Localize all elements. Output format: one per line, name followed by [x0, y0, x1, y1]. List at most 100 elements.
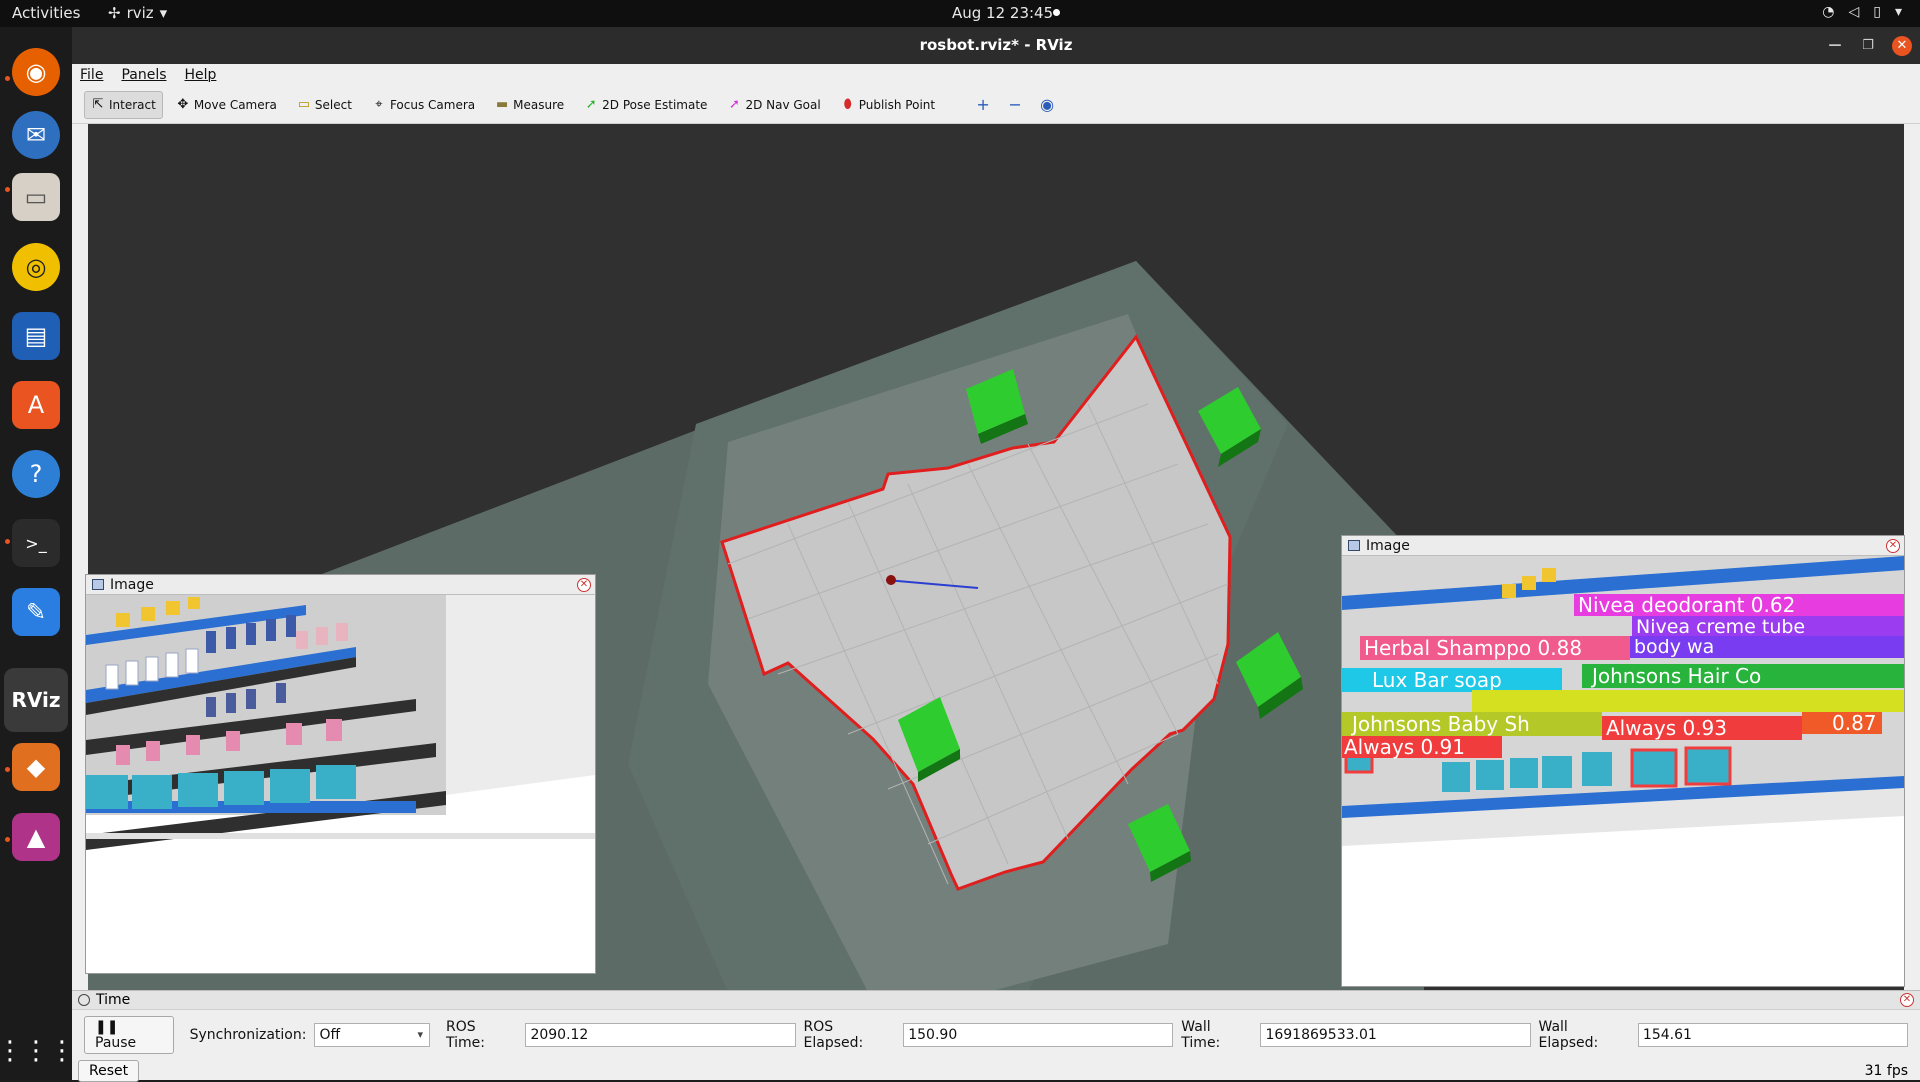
menu-panels[interactable]: Panels	[121, 64, 166, 86]
rviz-app-icon: ✢	[108, 4, 121, 22]
activities-button[interactable]: Activities	[12, 4, 80, 22]
system-tray[interactable]: ◔ ◁ ▯ ▾	[1822, 4, 1902, 20]
panel-header[interactable]: Image	[1342, 536, 1904, 556]
pause-button[interactable]: ❚❚ Pause	[84, 1016, 174, 1054]
tool-label: Publish Point	[858, 97, 936, 112]
tool-label: Select	[314, 97, 352, 112]
tool-2d-nav-goal[interactable]: ➚ 2D Nav Goal	[720, 91, 827, 119]
tool-focus-camera[interactable]: ⌖ Focus Camera	[365, 91, 482, 119]
minimize-button[interactable]: —	[1825, 36, 1845, 56]
tool-label: Interact	[109, 97, 156, 112]
pause-label: Pause	[95, 1035, 137, 1051]
files-icon[interactable]: ▭	[12, 173, 60, 221]
time-controls: ❚❚ Pause Synchronization: Off ROS Time: …	[72, 1010, 1920, 1054]
software-center-icon[interactable]: A	[12, 381, 60, 429]
image-panel-right[interactable]: Image ✕ Nivea deodorant 0.62 Nivea creme…	[1341, 535, 1905, 987]
rviz-icon[interactable]: RViz	[4, 668, 68, 732]
detection-label: Lux Bar soap	[1372, 668, 1502, 692]
select-icon: ▭	[297, 97, 311, 112]
running-indicator	[5, 187, 10, 192]
view-options-button[interactable]: ◉	[1034, 92, 1060, 118]
image-panel-left[interactable]: Image ✕	[85, 574, 596, 974]
tool-label: 2D Nav Goal	[745, 97, 821, 112]
measure-icon: ▬	[495, 97, 509, 112]
text-editor-icon[interactable]: ✎	[12, 588, 60, 636]
menu-file[interactable]: File	[80, 64, 103, 86]
clock[interactable]: Aug 12 23:45	[952, 4, 1053, 22]
tool-interact[interactable]: ⇱ Interact	[84, 90, 163, 119]
wall-time-label: Wall Time:	[1181, 1019, 1221, 1051]
image-viewer-icon[interactable]: ▲	[12, 813, 60, 861]
rhythmbox-icon[interactable]: ◎	[12, 243, 60, 291]
close-button[interactable]: ✕	[1892, 36, 1912, 56]
nav-goal-icon: ➚	[728, 97, 740, 112]
sync-label: Synchronization:	[189, 1027, 307, 1043]
detection-label: Nivea deodorant 0.62	[1578, 593, 1795, 617]
ros-elapsed-label: ROS Elapsed:	[803, 1019, 864, 1051]
close-panel-button[interactable]: ✕	[577, 578, 591, 592]
thunderbird-icon[interactable]: ✉	[12, 111, 60, 159]
tool-label: Focus Camera	[389, 97, 476, 112]
ros-elapsed-field[interactable]: 150.90	[903, 1023, 1174, 1047]
tool-label: 2D Pose Estimate	[602, 97, 708, 112]
menu-help[interactable]: Help	[185, 64, 217, 86]
pose-estimate-icon: ➚	[585, 97, 597, 112]
maximize-button[interactable]: ❐	[1858, 36, 1878, 56]
eye-icon: ◉	[1040, 95, 1055, 114]
tool-measure[interactable]: ▬ Measure	[488, 91, 571, 119]
panel-title: Image	[110, 576, 154, 593]
libreoffice-writer-icon[interactable]: ▤	[12, 312, 60, 360]
publish-point-icon: ⬮	[843, 97, 852, 112]
pause-icon: ❚❚	[95, 1019, 119, 1035]
add-tool-button[interactable]: +	[970, 92, 996, 118]
tool-label: Move Camera	[193, 97, 277, 112]
window-title: rosbot.rviz* - RViz	[919, 36, 1073, 54]
detection-label: Herbal Shamppo 0.88	[1364, 636, 1582, 660]
minus-icon: −	[1008, 95, 1022, 114]
detection-label: body wa	[1634, 636, 1714, 658]
close-panel-button[interactable]: ✕	[1900, 993, 1914, 1007]
help-icon[interactable]: ?	[12, 450, 60, 498]
fps-readout: 31 fps	[1864, 1063, 1908, 1079]
reset-button[interactable]: Reset	[78, 1060, 140, 1082]
image-panel-icon	[92, 579, 104, 590]
detection-label: Nivea creme tube	[1636, 616, 1805, 638]
wall-time-field[interactable]: 1691869533.01	[1260, 1023, 1531, 1047]
panel-title: Image	[1366, 537, 1410, 554]
status-row: Reset 31 fps	[72, 1054, 1920, 1082]
tool-move-camera[interactable]: ✥ Move Camera	[169, 91, 284, 119]
firefox-icon[interactable]: ◉	[12, 48, 60, 96]
detection-label: 0.87	[1832, 711, 1877, 735]
close-panel-button[interactable]: ✕	[1886, 539, 1900, 553]
window-titlebar[interactable]: rosbot.rviz* - RViz — ❐ ✕	[72, 27, 1920, 64]
sync-select[interactable]: Off	[314, 1023, 430, 1047]
image-panel-icon	[1348, 540, 1360, 551]
detection-image-right: Nivea deodorant 0.62 Nivea creme tube He…	[1342, 556, 1904, 986]
wall-elapsed-field[interactable]: 154.61	[1637, 1023, 1908, 1047]
gazebo-icon[interactable]: ◆	[12, 743, 60, 791]
terminal-icon[interactable]: >_	[12, 519, 60, 567]
remove-tool-button[interactable]: −	[1002, 92, 1028, 118]
battery-icon: ▯	[1873, 4, 1881, 20]
app-menu[interactable]: ✢ rviz ▾	[108, 4, 167, 22]
chevron-down-icon: ▾	[1894, 4, 1902, 20]
show-apps-icon[interactable]: ⋮⋮⋮	[0, 1027, 75, 1075]
panel-header[interactable]: Image	[86, 575, 595, 595]
plus-icon: +	[976, 95, 990, 114]
time-panel-title: Time	[96, 992, 131, 1008]
focus-camera-icon: ⌖	[375, 97, 383, 112]
tool-bar: ⇱ Interact ✥ Move Camera ▭ Select ⌖ Focu…	[72, 86, 1920, 124]
dock: ◉ ✉ ▭ ◎ ▤ A ? >_ ✎ RViz ◆ ▲ ⋮⋮⋮	[0, 27, 75, 1080]
detection-label: Johnsons Hair Co	[1590, 664, 1761, 688]
cursor-icon: ⇱	[92, 97, 104, 112]
running-indicator	[5, 767, 10, 772]
clock-icon	[78, 994, 90, 1006]
menu-bar: File Panels Help	[72, 64, 1920, 86]
time-panel: Time ✕ ❚❚ Pause Synchronization: Off ROS…	[72, 990, 1920, 1082]
tool-select[interactable]: ▭ Select	[290, 91, 359, 119]
ros-time-field[interactable]: 2090.12	[525, 1023, 796, 1047]
time-panel-header[interactable]: Time ✕	[72, 990, 1920, 1010]
tool-2d-pose-estimate[interactable]: ➚ 2D Pose Estimate	[577, 91, 714, 119]
tool-publish-point[interactable]: ⬮ Publish Point	[834, 91, 942, 119]
camera-image-left	[86, 595, 595, 973]
